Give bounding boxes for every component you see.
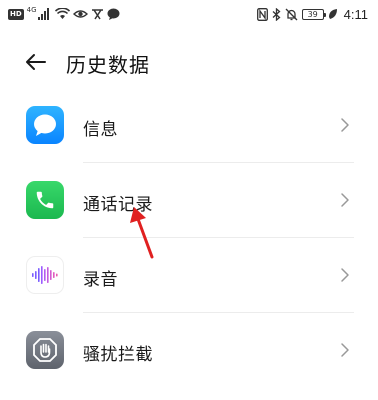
charging-leaf-icon: [328, 8, 338, 20]
list-item-label: 骚扰拦截: [83, 345, 153, 365]
status-time: 4:11: [343, 6, 368, 22]
list-item-label: 通话记录: [83, 195, 153, 215]
list-item-messages[interactable]: 信息: [0, 88, 378, 163]
back-button[interactable]: [24, 50, 48, 74]
network-type-label: 4G: [26, 6, 37, 14]
battery-indicator: 39: [301, 8, 326, 20]
list-item-recordings[interactable]: 录音: [0, 238, 378, 313]
page-title: 历史数据: [66, 53, 150, 77]
signal-icon: [37, 8, 52, 20]
app-notification-icon: [91, 8, 104, 20]
blocker-icon: [26, 331, 64, 369]
history-data-list: 信息 通话记录 录音 骚扰拦截: [0, 88, 378, 388]
nfc-icon: [256, 7, 268, 21]
list-item-label: 信息: [83, 120, 118, 140]
wifi-icon: [54, 8, 70, 20]
chevron-right-icon: [341, 268, 349, 282]
status-left: HD 4G: [8, 6, 120, 22]
eye-icon: [72, 8, 88, 20]
recorder-icon: [26, 256, 64, 294]
phone-icon: [26, 181, 64, 219]
messages-icon: [26, 106, 64, 144]
back-arrow-icon: [26, 54, 46, 70]
page-header: 历史数据: [0, 40, 378, 84]
mute-bell-icon: [285, 8, 298, 21]
bluetooth-icon: [272, 7, 281, 21]
status-bar: HD 4G 39 4:11: [0, 0, 378, 30]
chat-bubble-icon: [107, 8, 120, 20]
hd-badge: HD: [8, 8, 24, 20]
chevron-right-icon: [341, 193, 349, 207]
status-right: 39 4:11: [256, 6, 368, 22]
list-item-label: 录音: [83, 270, 118, 290]
list-item-spam-blocker[interactable]: 骚扰拦截: [0, 313, 378, 388]
chevron-right-icon: [341, 343, 349, 357]
chevron-right-icon: [341, 118, 349, 132]
list-item-call-log[interactable]: 通话记录: [0, 163, 378, 238]
